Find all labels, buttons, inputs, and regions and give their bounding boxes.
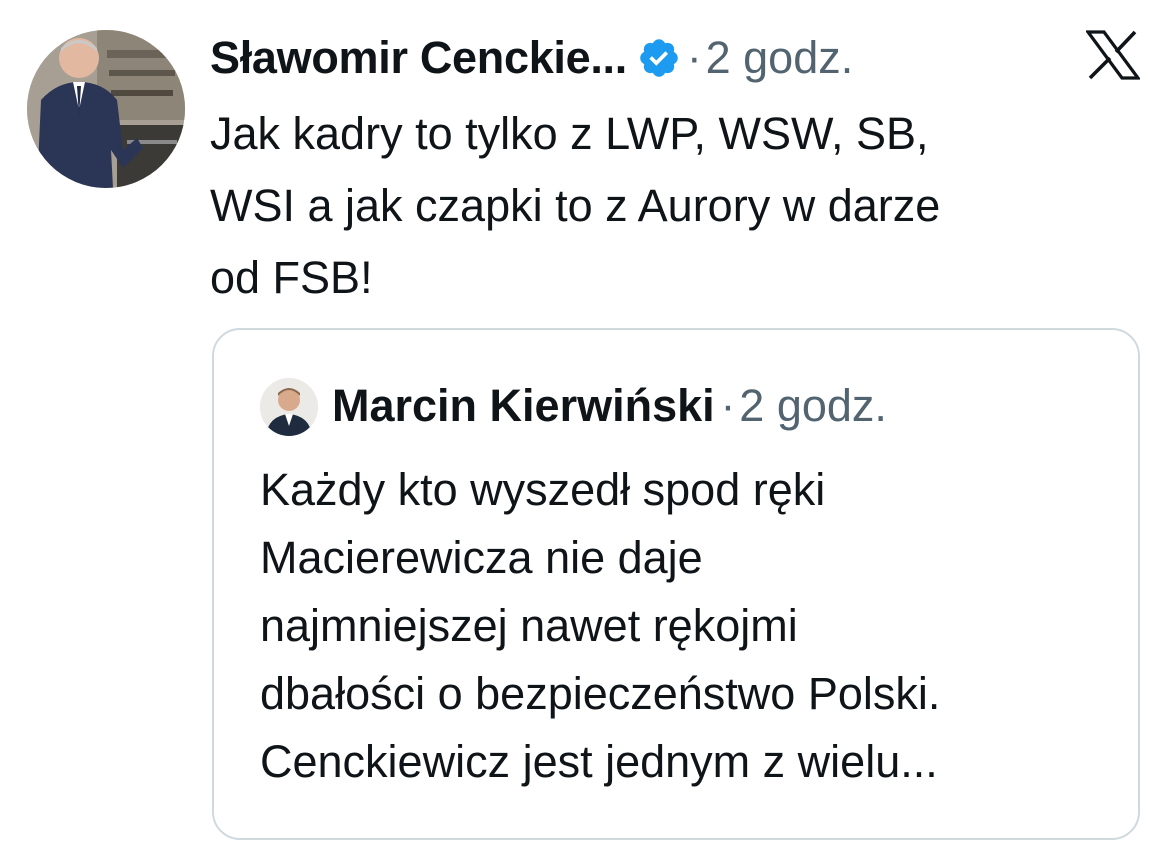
quoted-author-name[interactable]: Marcin Kierwiński — [332, 380, 715, 432]
quoted-tweet-timestamp[interactable]: 2 godz. — [739, 380, 887, 432]
tweet-text: Jak kadry to tylko z LWP, WSW, SB, WSI a… — [210, 108, 941, 303]
author-avatar[interactable] — [27, 30, 185, 188]
separator-dot: · — [686, 33, 702, 82]
quoted-tweet-text: Każdy kto wyszedł spod ręki Macierewicza… — [260, 464, 941, 787]
quoted-author-avatar[interactable] — [260, 378, 318, 436]
tweet-card[interactable]: Sławomir Cenckie... · 2 godz. Jak kadry … — [0, 0, 1169, 860]
tweet-timestamp[interactable]: 2 godz. — [706, 32, 854, 84]
x-logo-icon[interactable] — [1084, 30, 1142, 80]
quoted-tweet-header: Marcin Kierwiński · 2 godz. — [332, 374, 887, 438]
verified-badge-icon — [637, 36, 681, 80]
tweet-header: Sławomir Cenckie... · 2 godz. — [210, 26, 853, 90]
quoted-tweet[interactable]: Marcin Kierwiński · 2 godz. Każdy kto wy… — [212, 328, 1140, 840]
separator-dot: · — [720, 381, 736, 430]
author-name[interactable]: Sławomir Cenckie... — [210, 32, 627, 84]
